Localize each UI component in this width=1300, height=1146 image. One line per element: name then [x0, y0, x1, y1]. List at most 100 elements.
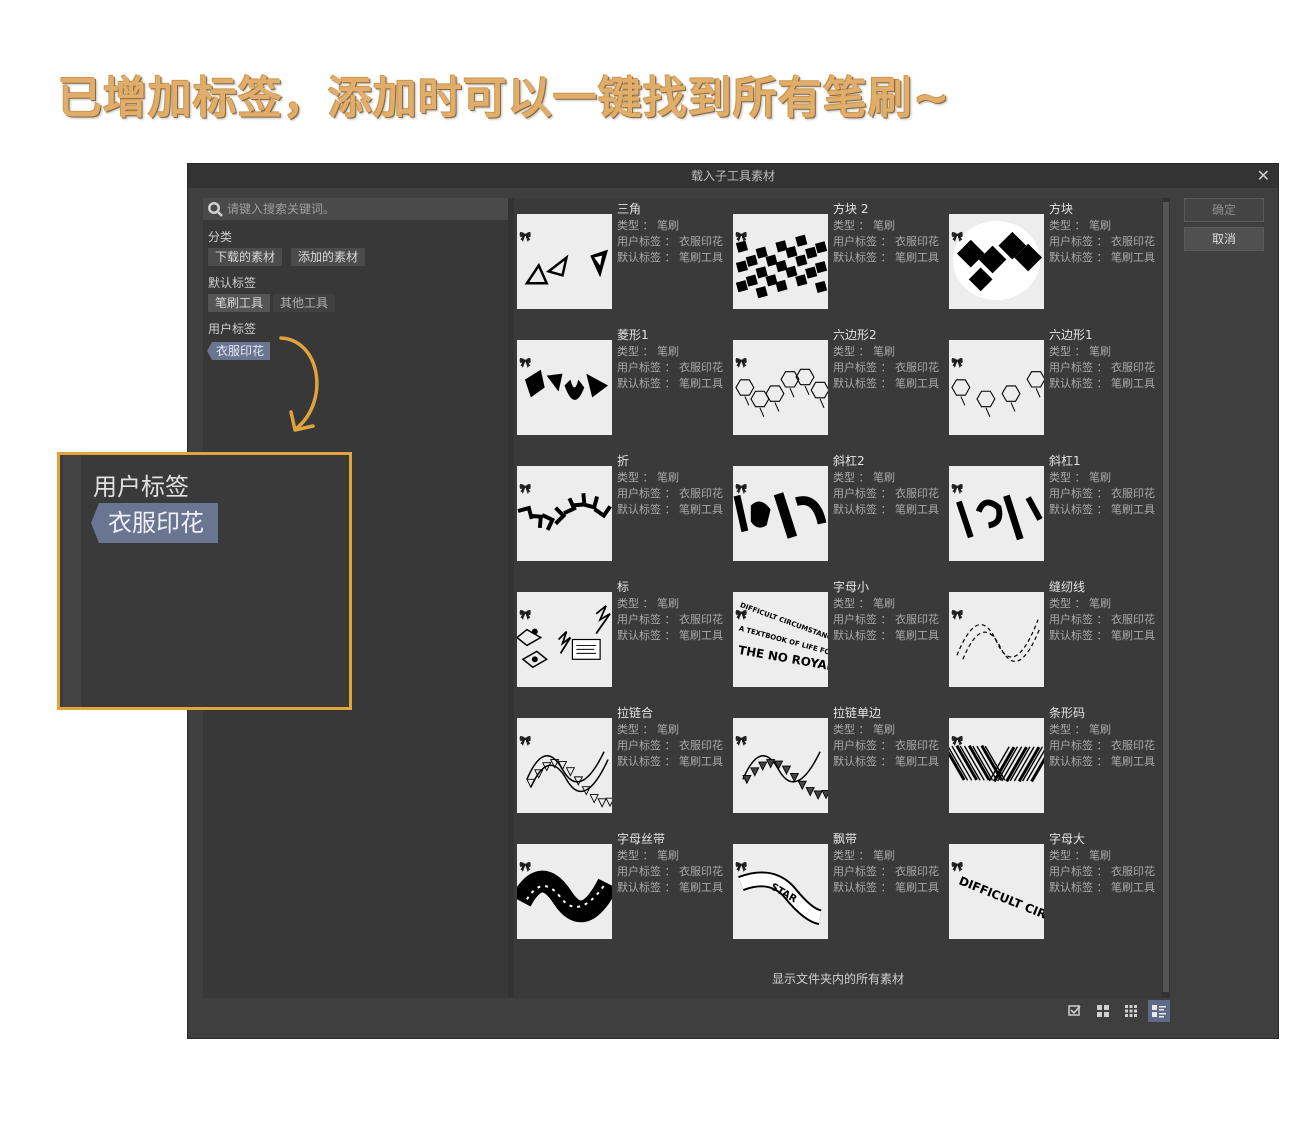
material-user-tag: 用户标签 ： 衣服印花 — [617, 487, 723, 500]
tag-ribbon-icon: 🎀 — [519, 862, 532, 873]
user-tags-label: 用户标签 — [208, 322, 257, 336]
tag-ribbon-icon: 🎀 — [951, 232, 964, 243]
material-card[interactable]: 🎀 折类型 ： 笔刷 用户标签 ： 衣服印花 默认标签 ： 笔刷工具 — [514, 450, 730, 570]
material-card[interactable]: DIFFICULT CIRC 🎀 字母大 类型 ： 笔刷 用户标签 ： 衣服印花 默认标签… — [946, 828, 1162, 948]
material-default-tag: 默认标签 ： 笔刷工具 — [617, 881, 723, 894]
material-card[interactable]: 🎀 标类型 ： 笔刷 用户标签 ： 衣服印花 默认标签 ： 笔刷工具 — [514, 576, 730, 696]
material-card[interactable]: 🎀 菱形1 类型 ： 笔刷 用户标签 ： 衣服印花 默认标签 ： 笔刷工具 — [514, 324, 730, 444]
detail-list-icon[interactable] — [1148, 1000, 1170, 1022]
cancel-button[interactable]: 取消 — [1184, 227, 1264, 251]
material-type: 类型 ： 笔刷 — [833, 597, 895, 610]
material-default-tag: 默认标签 ： 笔刷工具 — [833, 881, 939, 894]
tag-ribbon-icon: 🎀 — [519, 736, 532, 747]
tag-ribbon-icon: 🎀 — [951, 358, 964, 369]
small-grid-icon[interactable] — [1120, 1000, 1142, 1022]
material-card[interactable]: DIFFICULT CIRCUMSTANCES A TEXTBOOK OF LIF… — [730, 576, 946, 696]
checkbox-list-icon[interactable] — [1064, 1000, 1086, 1022]
headline: 已增加标签，添加时可以一键找到所有笔刷~ — [58, 73, 951, 124]
tag-ribbon-icon: 🎀 — [735, 736, 748, 747]
chip-other-tools[interactable]: 其他工具 — [273, 294, 336, 312]
tag-ribbon-icon: 🎀 — [519, 358, 532, 369]
view-mode-bar — [1064, 1000, 1174, 1022]
show-all-materials-note: 显示文件夹内的所有素材 — [771, 972, 904, 986]
tag-ribbon-icon: 🎀 — [951, 610, 964, 621]
chip-added[interactable]: 添加的素材 — [291, 248, 366, 266]
material-card[interactable]: 🎀 条形码 类型 ： 笔刷 用户标签 ： 衣服印花 默认标签 ： 笔刷工具 — [946, 702, 1162, 822]
large-grid-icon[interactable] — [1092, 1000, 1114, 1022]
material-card[interactable]: 🎀 方块 类型 ： 笔刷 用户标签 ： 衣服印花 默认标签 ： 笔刷工具 — [946, 198, 1162, 318]
material-card[interactable]: 🎀 六边形2 类型 ： 笔刷 用户标签 ： 衣服印花 默认标签 ： 笔刷工具 — [730, 324, 946, 444]
material-card[interactable]: 🎀 三角 类型 ： 笔刷 用户标签 ： 衣服印花 默认标签 ： 笔刷工具 — [514, 198, 730, 318]
material-default-tag: 默认标签 ： 笔刷工具 — [617, 755, 723, 768]
brush-preview-icon — [524, 369, 609, 400]
search-placeholder: 请键入搜索关键词。 — [227, 202, 336, 216]
tag-ribbon-icon: 🎀 — [519, 610, 532, 621]
callout-strip — [63, 455, 81, 707]
material-card[interactable]: STAR 🎀 飘带 类型 ： 笔刷 用户标签 ： 衣服印花 默认标签 ： 笔刷工具 — [730, 828, 946, 948]
material-card[interactable]: 🎀 方块 2 类型 ： 笔刷 用户标签 ： 衣服印花 默认标签 ： 笔刷工具 — [730, 198, 946, 318]
material-user-tag: 用户标签 ： 衣服印花 — [1049, 865, 1155, 878]
material-default-tag: 默认标签 ： 笔刷工具 — [1049, 881, 1155, 894]
material-type: 类型 ： 笔刷 — [617, 219, 679, 232]
material-type: 类型 ： 笔刷 — [833, 849, 895, 862]
callout-user-tag: 衣服印花 — [91, 503, 218, 543]
brush-preview-icon — [524, 249, 609, 285]
material-card[interactable]: 🎀 缝纫线 类型 ： 笔刷 用户标签 ： 衣服印花 默认标签 ： 笔刷工具 — [946, 576, 1162, 696]
material-type: 类型 ： 笔刷 — [617, 471, 679, 484]
material-card[interactable]: 🎀 字母丝带 类型 ： 笔刷 用户标签 ： 衣服印花 默认标签 ： 笔刷工具 — [514, 828, 730, 948]
user-tag-clothing-print[interactable]: 衣服印花 — [207, 342, 271, 360]
material-user-tag: 用户标签 ： 衣服印花 — [1049, 487, 1155, 500]
material-user-tag: 用户标签 ： 衣服印花 — [1049, 613, 1155, 626]
material-user-tag: 用户标签 ： 衣服印花 — [833, 739, 939, 752]
material-default-tag: 默认标签 ： 笔刷工具 — [617, 629, 723, 642]
tag-ribbon-icon: 🎀 — [735, 358, 748, 369]
material-type: 类型 ： 笔刷 — [617, 345, 679, 358]
material-name: 六边形1 — [1049, 328, 1093, 342]
search-icon — [208, 202, 223, 217]
thumbnail-text: DIFFICULT CIRC — [957, 874, 1044, 925]
material-type: 类型 ： 笔刷 — [1049, 849, 1111, 862]
material-card[interactable]: 🎀 斜杠1 类型 ： 笔刷 用户标签 ： 衣服印花 默认标签 ： 笔刷工具 — [946, 450, 1162, 570]
search-input[interactable]: 请键入搜索关键词。 — [203, 198, 508, 220]
material-default-tag: 默认标签 ： 笔刷工具 — [833, 755, 939, 768]
material-default-tag: 默认标签 ： 笔刷工具 — [833, 377, 939, 390]
material-user-tag: 用户标签 ： 衣服印花 — [833, 865, 939, 878]
zoom-callout: 用户标签 衣服印花 — [57, 452, 352, 710]
grid-scrollbar[interactable] — [1162, 198, 1170, 998]
material-card[interactable]: 🎀 六边形1 类型 ： 笔刷 用户标签 ： 衣服印花 默认标签 ： 笔刷工具 — [946, 324, 1162, 444]
material-default-tag: 默认标签 ： 笔刷工具 — [617, 503, 723, 516]
material-name: 六边形2 — [833, 328, 877, 342]
curved-arrow-icon — [279, 336, 319, 432]
material-name: 斜杠1 — [1049, 454, 1081, 468]
scrollbar-thumb[interactable] — [1163, 202, 1169, 992]
material-name: 菱形1 — [617, 328, 649, 342]
material-card[interactable]: 🎀 拉链合 类型 ： 笔刷 用户标签 ： 衣服印花 默认标签 ： 笔刷工具 — [514, 702, 730, 822]
close-icon[interactable]: ✕ — [1257, 164, 1270, 188]
material-user-tag: 用户标签 ： 衣服印花 — [617, 361, 723, 374]
material-user-tag: 用户标签 ： 衣服印花 — [833, 361, 939, 374]
material-default-tag: 默认标签 ： 笔刷工具 — [1049, 755, 1155, 768]
tag-ribbon-icon: 🎀 — [735, 862, 748, 873]
tag-ribbon-icon: 🎀 — [735, 484, 748, 495]
material-user-tag: 用户标签 ： 衣服印花 — [617, 613, 723, 626]
material-card[interactable]: 🎀 拉链单边 类型 ： 笔刷 用户标签 ： 衣服印花 默认标签 ： 笔刷工具 — [730, 702, 946, 822]
material-name: 拉链合 — [617, 706, 654, 720]
material-type: 类型 ： 笔刷 — [1049, 471, 1111, 484]
material-card[interactable]: 🎀 斜杠2 类型 ： 笔刷 用户标签 ： 衣服印花 默认标签 ： 笔刷工具 — [730, 450, 946, 570]
material-name: 三角 — [617, 202, 642, 216]
material-default-tag: 默认标签 ： 笔刷工具 — [833, 629, 939, 642]
material-default-tag: 默认标签 ： 笔刷工具 — [1049, 251, 1155, 264]
ok-button[interactable]: 确定 — [1184, 198, 1264, 222]
chip-downloaded[interactable]: 下载的素材 — [208, 248, 283, 266]
chip-brush-tools[interactable]: 笔刷工具 — [208, 294, 271, 312]
material-user-tag: 用户标签 ： 衣服印花 — [833, 487, 939, 500]
tag-ribbon-icon: 🎀 — [951, 736, 964, 747]
material-name: 方块 — [1049, 202, 1074, 216]
brush-preview-icon — [956, 619, 1041, 662]
material-user-tag: 用户标签 ： 衣服印花 — [1049, 739, 1155, 752]
material-default-tag: 默认标签 ： 笔刷工具 — [833, 503, 939, 516]
material-name: 标 — [617, 580, 630, 594]
tag-ribbon-icon: 🎀 — [951, 862, 964, 873]
material-type: 类型 ： 笔刷 — [833, 723, 895, 736]
tag-ribbon-icon: 🎀 — [519, 232, 532, 243]
